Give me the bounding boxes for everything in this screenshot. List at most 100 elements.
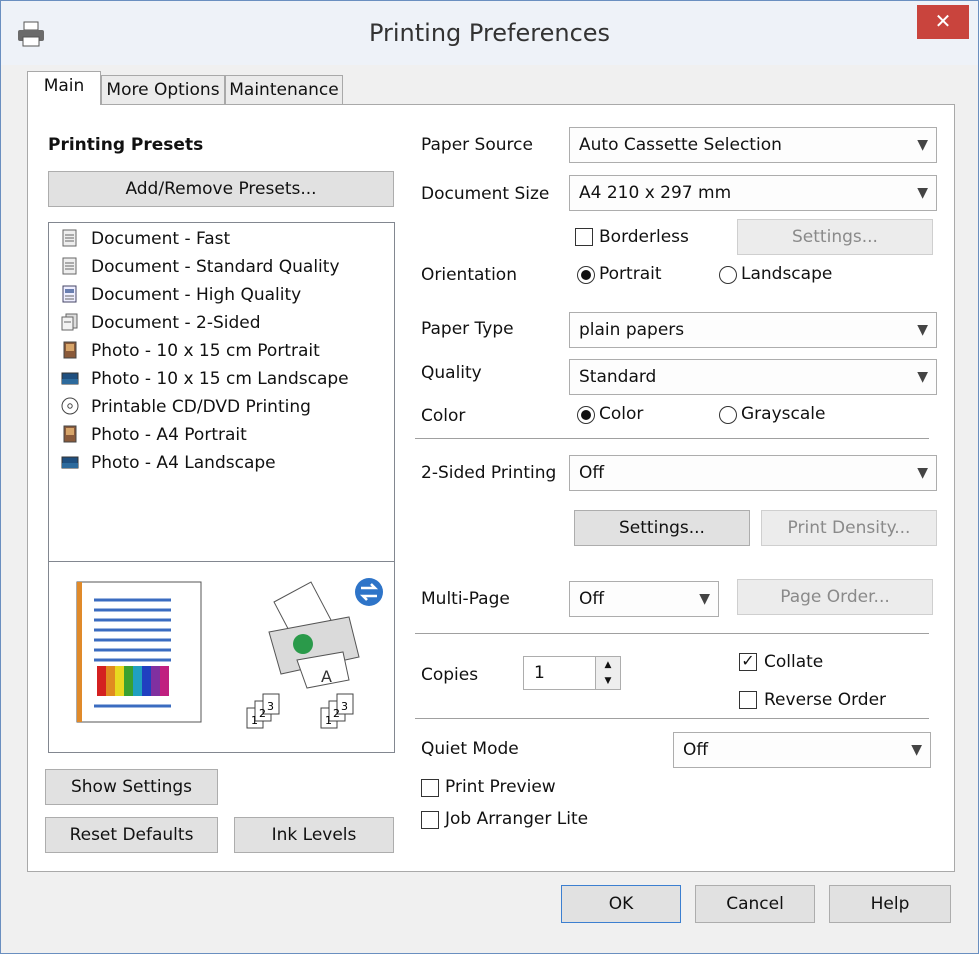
print-density-button[interactable]: Print Density... (761, 510, 937, 546)
color-option-label: Color (599, 404, 644, 424)
page-digit: 2 (259, 707, 266, 720)
document-icon (62, 229, 77, 247)
two-sided-settings-button[interactable]: Settings... (574, 510, 750, 546)
preset-label: Printable CD/DVD Printing (91, 397, 311, 417)
title-bar[interactable]: Printing Preferences ✕ (1, 1, 978, 65)
portrait-label: Portrait (599, 264, 662, 284)
print-preview-panel: A 1 2 3 1 2 3 (48, 561, 395, 753)
chevron-down-icon: ▼ (699, 591, 710, 607)
paper-source-label: Paper Source (421, 135, 533, 155)
ok-button[interactable]: OK (561, 885, 681, 923)
paper-type-select[interactable]: plain papers ▼ (569, 312, 937, 348)
document-size-select[interactable]: A4 210 x 297 mm ▼ (569, 175, 937, 211)
quality-select[interactable]: Standard ▼ (569, 359, 937, 395)
list-item[interactable]: Document - High Quality (61, 281, 301, 309)
job-arranger-checkbox[interactable] (421, 811, 439, 829)
list-item[interactable]: Photo - A4 Portrait (61, 421, 247, 449)
print-preview-label: Print Preview (445, 777, 556, 797)
paper-type-label: Paper Type (421, 319, 514, 339)
ink-levels-button[interactable]: Ink Levels (234, 817, 394, 853)
reset-defaults-button[interactable]: Reset Defaults (45, 817, 218, 853)
preset-label: Document - Fast (91, 229, 231, 249)
color-label: Color (421, 406, 466, 426)
paper-source-value: Auto Cassette Selection (579, 135, 782, 155)
divider (415, 438, 929, 439)
presets-heading: Printing Presets (48, 135, 204, 155)
copies-label: Copies (421, 665, 479, 685)
grayscale-radio[interactable] (719, 406, 737, 424)
quiet-mode-value: Off (683, 740, 709, 760)
divider (415, 633, 929, 634)
chevron-down-icon: ▼ (917, 185, 928, 201)
photo-landscape-icon (61, 372, 79, 385)
printing-preferences-window: Printing Preferences ✕ Main More Options… (0, 0, 979, 954)
borderless-checkbox[interactable] (575, 228, 593, 246)
page-order-button[interactable]: Page Order... (737, 579, 933, 615)
page-order-icon: 1 2 3 1 2 3 (246, 693, 354, 729)
sync-icon (355, 578, 383, 606)
list-item[interactable]: Document - Fast (61, 225, 230, 253)
tab-more-options[interactable]: More Options (101, 75, 225, 105)
multi-page-value: Off (579, 589, 605, 609)
list-item[interactable]: Photo - 10 x 15 cm Portrait (61, 337, 320, 365)
presets-list[interactable]: Document - Fast Document - Standard Qual… (48, 222, 395, 562)
preset-label: Photo - 10 x 15 cm Portrait (91, 341, 320, 361)
close-button[interactable]: ✕ (917, 5, 969, 39)
divider (415, 718, 929, 719)
chevron-down-icon: ▼ (917, 137, 928, 153)
portrait-radio[interactable] (577, 266, 595, 284)
quality-label: Quality (421, 363, 482, 383)
document-icon (62, 257, 77, 275)
window-title: Printing Preferences (368, 19, 611, 47)
list-item[interactable]: Photo - 10 x 15 cm Landscape (61, 365, 349, 393)
two-sided-value: Off (579, 463, 605, 483)
quality-value: Standard (579, 367, 657, 387)
grayscale-label: Grayscale (741, 404, 826, 424)
copies-value: 1 (534, 663, 545, 683)
list-item[interactable]: Photo - A4 Landscape (61, 449, 276, 477)
tab-main[interactable]: Main (27, 71, 101, 105)
borderless-settings-button[interactable]: Settings... (737, 219, 933, 255)
spin-up-icon[interactable]: ▲ (595, 657, 620, 674)
preview-graphic: A 1 2 3 1 2 3 (76, 578, 383, 729)
two-sided-select[interactable]: Off ▼ (569, 455, 937, 491)
document-high-icon (62, 285, 77, 303)
page-digit: 3 (341, 700, 348, 713)
copies-stepper[interactable]: 1 ▲ ▼ (523, 656, 621, 690)
reverse-order-checkbox[interactable] (739, 691, 757, 709)
svg-text:A: A (321, 667, 332, 686)
document-2sided-icon (61, 313, 78, 331)
chevron-down-icon: ▼ (917, 369, 928, 385)
paper-type-value: plain papers (579, 320, 685, 340)
orientation-label: Orientation (421, 265, 517, 285)
list-item[interactable]: Document - 2-Sided (61, 309, 261, 337)
multi-page-select[interactable]: Off ▼ (569, 581, 719, 617)
tab-maintenance[interactable]: Maintenance (225, 75, 343, 105)
reverse-order-label: Reverse Order (764, 690, 887, 710)
add-remove-presets-button[interactable]: Add/Remove Presets... (48, 171, 394, 207)
collate-checkbox[interactable]: ✓ (739, 653, 757, 671)
show-settings-button[interactable]: Show Settings (45, 769, 218, 805)
photo-portrait-icon (63, 341, 77, 359)
print-preview-checkbox[interactable] (421, 779, 439, 797)
color-radio[interactable] (577, 406, 595, 424)
preset-label: Photo - 10 x 15 cm Landscape (91, 369, 349, 389)
help-button[interactable]: Help (829, 885, 951, 923)
job-arranger-label: Job Arranger Lite (445, 809, 589, 829)
cancel-button[interactable]: Cancel (695, 885, 815, 923)
borderless-label: Borderless (599, 227, 689, 247)
preset-label: Photo - A4 Landscape (91, 453, 276, 473)
page-digit: 3 (267, 700, 274, 713)
list-item[interactable]: Document - Standard Quality (61, 253, 340, 281)
photo-portrait-icon (63, 425, 77, 443)
quiet-mode-select[interactable]: Off ▼ (673, 732, 931, 768)
landscape-radio[interactable] (719, 266, 737, 284)
paper-source-select[interactable]: Auto Cassette Selection ▼ (569, 127, 937, 163)
spin-down-icon[interactable]: ▼ (595, 673, 620, 689)
quiet-mode-label: Quiet Mode (421, 739, 519, 759)
list-item[interactable]: Printable CD/DVD Printing (61, 393, 311, 421)
page-digit: 1 (325, 714, 332, 727)
landscape-label: Landscape (741, 264, 833, 284)
cd-icon (61, 397, 79, 415)
collate-label: Collate (764, 652, 824, 672)
